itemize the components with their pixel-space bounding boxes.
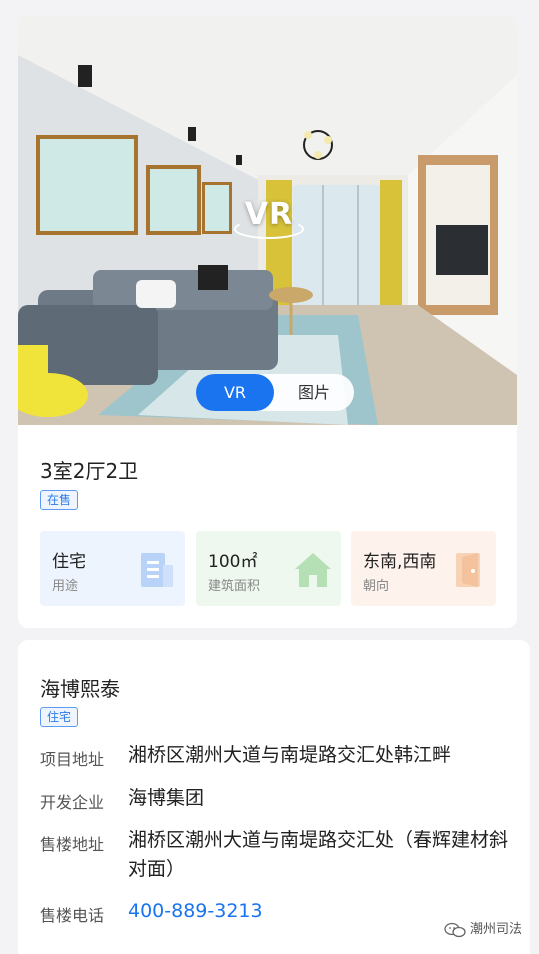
fact-orientation-value: 东南,西南 xyxy=(363,552,437,572)
unit-layout-title: 3室2厅2卫 xyxy=(40,459,139,483)
project-address-label: 项目地址 xyxy=(40,750,105,769)
sales-address-value: 湘桥区潮州大道与南堤路交汇处（春辉建材斜对面） xyxy=(128,829,509,880)
sales-phone-label: 售楼电话 xyxy=(40,906,105,925)
status-badge: 在售 xyxy=(40,490,79,510)
developer-label: 开发企业 xyxy=(40,793,105,812)
project-address-value: 湘桥区潮州大道与南堤路交汇处韩江畔 xyxy=(128,744,452,766)
fact-usage-label: 用途 xyxy=(52,579,79,594)
developer-value: 海博集团 xyxy=(128,787,205,809)
fact-orientation-label: 朝向 xyxy=(363,579,390,594)
fact-usage-value: 住宅 xyxy=(52,552,86,572)
media-toggle: VR 图片 xyxy=(196,374,354,411)
toggle-vr-button[interactable]: VR xyxy=(196,374,274,411)
fact-area-label: 建筑面积 xyxy=(208,579,261,594)
project-card: 海博熙泰 住宅 项目地址 湘桥区潮州大道与南堤路交汇处韩江畔 开发企业 海博集团… xyxy=(18,640,530,954)
project-type-badge: 住宅 xyxy=(40,707,79,727)
watermark-text: 潮州司法 xyxy=(470,922,523,937)
fact-orientation: 东南,西南 朝向 xyxy=(351,531,496,606)
fact-area-value: 100㎡ xyxy=(208,552,258,572)
sales-address-label: 售楼地址 xyxy=(40,835,105,854)
door-icon xyxy=(456,553,480,587)
fact-usage: 住宅 用途 xyxy=(40,531,185,606)
house-icon xyxy=(295,553,331,587)
toggle-photos-button[interactable]: 图片 xyxy=(274,374,354,411)
project-name: 海博熙泰 xyxy=(40,677,120,701)
building-icon xyxy=(141,553,173,587)
watermark: 潮州司法 xyxy=(444,918,522,942)
vr-orbit-ring xyxy=(234,219,304,239)
fact-area: 100㎡ 建筑面积 xyxy=(196,531,341,606)
vr-360-icon[interactable]: VR xyxy=(234,193,304,241)
room-photo[interactable]: VR VR 图片 xyxy=(18,15,517,425)
wechat-icon xyxy=(444,922,466,937)
listing-card: VR VR 图片 3室2厅2卫 在售 住宅 用途 100㎡ 建筑面积 东南,西南… xyxy=(18,15,517,628)
